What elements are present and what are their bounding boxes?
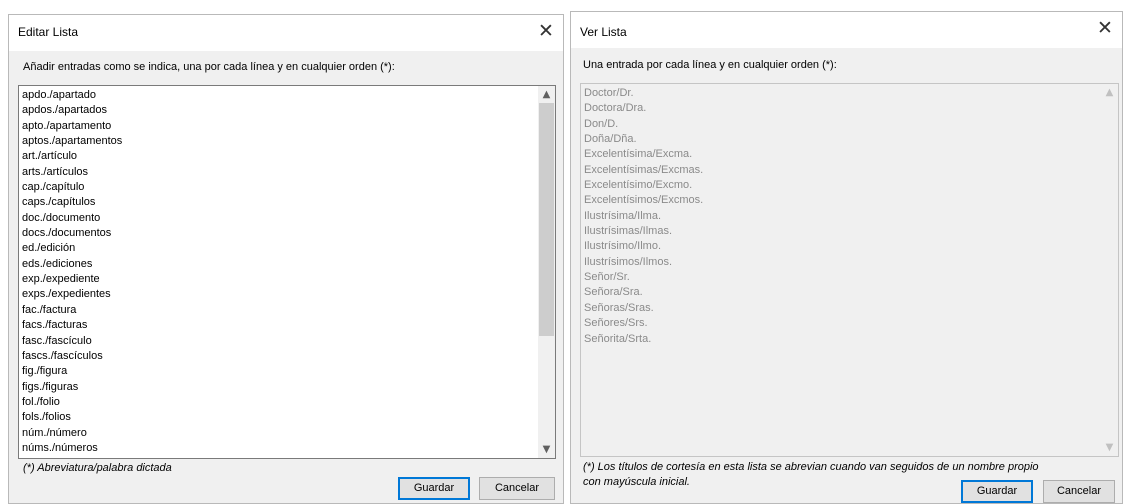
scroll-up-icon[interactable]: ▲	[538, 86, 555, 103]
list-entry: fasc./fascículo	[22, 334, 92, 347]
list-entry: cap./capítulo	[22, 181, 85, 194]
save-button[interactable]: Guardar	[961, 480, 1033, 503]
edit-instruction: Añadir entradas como se indica, una por …	[23, 61, 395, 73]
list-entry: art./artículo	[22, 150, 78, 163]
close-icon[interactable]: ✕	[1094, 17, 1116, 39]
list-entry: aptos./apartamentos	[22, 135, 123, 148]
edit-footnote: (*) Abreviatura/palabra dictada	[23, 462, 172, 474]
list-entry: fig./figura	[22, 365, 68, 378]
list-entry: núms./números	[22, 441, 98, 454]
list-entry: fascs./fascículos	[22, 349, 103, 362]
edit-scrollbar[interactable]: ▲ ▼	[538, 86, 555, 458]
scroll-down-icon: ▼	[1105, 442, 1114, 453]
view-entries-lines: Doctor/Dr. Doctora/Dra. Don/D. Doña/Dña. Exc…	[584, 86, 703, 347]
list-entry: caps./capítulos	[22, 196, 96, 209]
list-entry: Doctora/Dra.	[584, 102, 647, 115]
list-entry: eds./ediciones	[22, 257, 93, 270]
list-entry: fol./folio	[22, 395, 60, 408]
list-entry: Don/D.	[584, 117, 619, 130]
cancel-button[interactable]: Cancelar	[479, 477, 555, 500]
list-entry: figs./figuras	[22, 380, 79, 393]
list-entry: docs./documentos	[22, 227, 112, 240]
edit-scrollbar-thumb[interactable]	[539, 103, 554, 336]
list-entry: Señores/Srs.	[584, 317, 648, 330]
list-entry: Señorita/Srta.	[584, 332, 652, 345]
edit-dialog-title: Editar Lista	[18, 25, 79, 39]
cancel-button[interactable]: Cancelar	[1043, 480, 1115, 503]
list-entry: apdo./apartado	[22, 89, 97, 101]
list-entry: Ilustrísimos/Ilmos.	[584, 255, 673, 268]
list-entry: Excelentísima/Excma.	[584, 148, 693, 161]
list-entry: Señoras/Sras.	[584, 301, 654, 314]
edit-entries-textarea[interactable]: apdo./apartado apdos./apartados apto./apar…	[18, 85, 556, 459]
list-entry: doc./documento	[22, 211, 101, 224]
list-entry: apdos./apartados	[22, 104, 108, 117]
list-entry: facs./facturas	[22, 319, 88, 332]
view-footnote-line1: (*) Los títulos de cortesía en esta list…	[583, 461, 1039, 473]
save-button[interactable]: Guardar	[398, 477, 470, 500]
list-entry: núm./número	[22, 426, 87, 439]
view-dialog-titlebar: Ver Lista ✕	[571, 12, 1122, 48]
list-entry: exp./expediente	[22, 273, 100, 286]
view-dialog-title: Ver Lista	[580, 25, 627, 39]
list-entry: Excelentísimas/Excmas.	[584, 163, 704, 176]
list-entry: Doctor/Dr.	[584, 87, 634, 99]
view-instruction: Una entrada por cada línea y en cualquie…	[583, 59, 837, 71]
scroll-up-icon: ▲	[1105, 87, 1114, 98]
list-entry: Doña/Dña.	[584, 133, 637, 146]
edit-dialog-titlebar: Editar Lista ✕	[9, 15, 563, 51]
list-entry: Señora/Sra.	[584, 286, 643, 299]
list-entry: Ilustrísimas/Ilmas.	[584, 225, 673, 238]
scroll-down-icon[interactable]: ▼	[538, 441, 555, 458]
list-entry: Excelentísimos/Excmos.	[584, 194, 704, 207]
list-entry: pág./página	[22, 456, 122, 458]
list-entry: apto./apartamento	[22, 119, 112, 132]
list-entry: Excelentísimo/Excmo.	[584, 179, 693, 192]
view-entries-textarea[interactable]: Doctor/Dr. Doctora/Dra. Don/D. Doña/Dña. Exc…	[580, 83, 1119, 457]
edit-list-dialog: Editar Lista ✕ Añadir entradas como se i…	[8, 14, 564, 504]
list-entry: ed./edición	[22, 242, 76, 255]
list-entry: arts./artículos	[22, 165, 89, 178]
list-entry: fac./factura	[22, 303, 77, 316]
list-entry: Ilustrísima/Ilma.	[584, 209, 662, 222]
close-icon[interactable]: ✕	[535, 20, 557, 42]
list-entry: Señor/Sr.	[584, 271, 630, 284]
list-entry: exps./expedientes	[22, 288, 111, 301]
view-list-dialog: Ver Lista ✕ Una entrada por cada línea y…	[570, 11, 1123, 504]
edit-entries-lines: apdo./apartado apdos./apartados apto./apar…	[22, 88, 123, 458]
view-scrollbar: ▲ ▼	[1101, 84, 1118, 456]
list-entry: Ilustrísimo/Ilmo.	[584, 240, 662, 253]
list-entry: fols./folios	[22, 411, 71, 424]
